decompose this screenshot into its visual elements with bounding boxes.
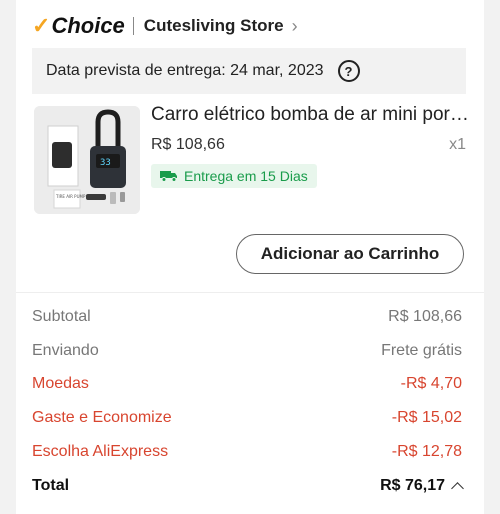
choice-brand-text: Choice: [51, 13, 125, 38]
total-value-wrap: R$ 76,17: [380, 477, 464, 495]
coins-value: -R$ 4,70: [400, 375, 462, 392]
svg-text:33: 33: [100, 158, 111, 168]
choice-discount-row: Escolha AliExpress -R$ 12,78: [32, 443, 462, 461]
spend-save-label: Gaste e Economize: [32, 409, 172, 426]
header-divider: [132, 17, 134, 35]
chevron-up-icon[interactable]: [451, 482, 464, 495]
delivery-estimate: Data prevista de entrega: 24 mar, 2023 ?: [32, 48, 466, 94]
truck-icon: [160, 171, 177, 182]
total-value: R$ 76,17: [380, 477, 445, 494]
add-to-cart-button[interactable]: Adicionar ao Carrinho: [236, 234, 464, 274]
spend-save-value: -R$ 15,02: [391, 409, 462, 426]
shipping-badge: Entrega em 15 Dias: [151, 164, 317, 188]
chevron-right-icon[interactable]: ›: [292, 16, 298, 37]
section-divider: [16, 292, 484, 293]
delivery-text: Data prevista de entrega: 24 mar, 2023: [46, 62, 324, 79]
checkmark-icon: ✓: [32, 13, 51, 38]
subtotal-label: Subtotal: [32, 308, 91, 325]
coins-label: Moedas: [32, 375, 89, 392]
product-title[interactable]: Carro elétrico bomba de ar mini portátil: [151, 104, 471, 126]
store-header[interactable]: ✓ Choice Cutesliving Store ›: [32, 10, 298, 42]
order-card: ✓ Choice Cutesliving Store › Data previs…: [16, 0, 484, 514]
shipping-row: Enviando Frete grátis: [32, 342, 462, 360]
store-name[interactable]: Cutesliving Store: [144, 16, 284, 36]
shipping-text: Entrega em 15 Dias: [184, 168, 308, 184]
package-label: TIRE AIR PUMP: [55, 194, 86, 199]
shipping-label: Enviando: [32, 342, 99, 359]
choice-discount-label: Escolha AliExpress: [32, 443, 169, 460]
product-image[interactable]: 33 TIRE AIR PUMP: [34, 106, 140, 214]
help-icon[interactable]: ?: [337, 60, 360, 82]
choice-discount-value: -R$ 12,78: [391, 443, 462, 460]
product-quantity: x1: [449, 136, 466, 153]
coins-row: Moedas -R$ 4,70: [32, 375, 462, 393]
product-price: R$ 108,66: [151, 136, 225, 153]
total-row[interactable]: Total R$ 76,17: [32, 477, 464, 495]
subtotal-value: R$ 108,66: [388, 308, 462, 325]
total-label: Total: [32, 477, 70, 494]
shipping-value: Frete grátis: [381, 342, 462, 359]
choice-logo: ✓ Choice: [32, 13, 125, 39]
spend-save-row: Gaste e Economize -R$ 15,02: [32, 409, 462, 427]
subtotal-row: Subtotal R$ 108,66: [32, 308, 462, 326]
